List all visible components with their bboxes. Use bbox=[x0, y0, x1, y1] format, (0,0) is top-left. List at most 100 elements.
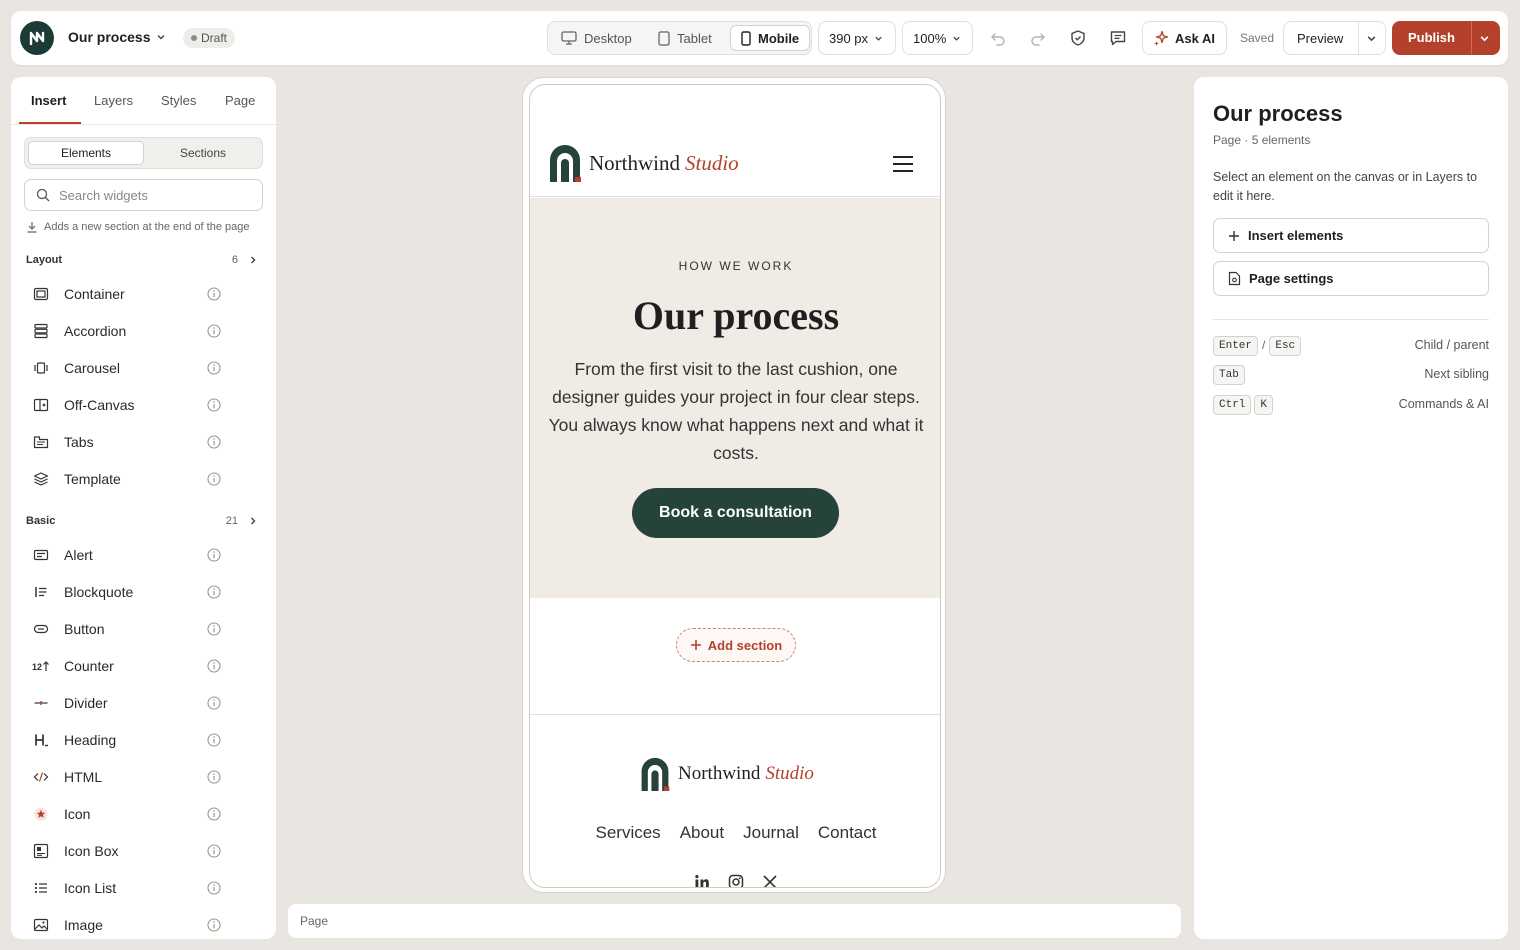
search-input[interactable] bbox=[59, 185, 254, 205]
info-icon[interactable] bbox=[207, 733, 221, 747]
info-icon[interactable] bbox=[207, 807, 221, 821]
chevron-down-icon[interactable] bbox=[1479, 33, 1490, 44]
widget-search bbox=[24, 179, 263, 211]
preview-button[interactable]: Preview bbox=[1297, 31, 1343, 46]
site-brand[interactable]: Northwind Studio bbox=[549, 144, 739, 182]
widget-carousel[interactable]: Carousel bbox=[26, 353, 221, 383]
info-icon[interactable] bbox=[207, 918, 221, 932]
device-switcher: Desktop Tablet Mobile bbox=[547, 21, 812, 55]
instagram-icon[interactable] bbox=[728, 874, 744, 887]
widget-counter[interactable]: 12 Counter bbox=[26, 651, 221, 681]
add-section-label: Add section bbox=[707, 637, 783, 653]
widget-blockquote[interactable]: Blockquote bbox=[26, 577, 221, 607]
device-preview-frame: Northwind Studio HOW WE WORK Our process… bbox=[522, 77, 946, 893]
publish-button[interactable]: Publish bbox=[1392, 21, 1500, 55]
shield-check-icon[interactable] bbox=[1066, 26, 1090, 50]
info-icon[interactable] bbox=[207, 361, 221, 375]
device-desktop-button[interactable]: Desktop bbox=[551, 25, 642, 51]
segment-elements[interactable]: Elements bbox=[28, 141, 144, 165]
app-logo[interactable] bbox=[20, 21, 54, 55]
widget-button[interactable]: Button bbox=[26, 614, 221, 644]
brand-name: Northwind bbox=[678, 763, 761, 784]
info-icon[interactable] bbox=[207, 472, 221, 486]
search-icon bbox=[36, 188, 50, 202]
arch-logo-icon bbox=[549, 144, 581, 182]
widget-off-canvas[interactable]: Off-Canvas bbox=[26, 390, 221, 420]
category-header-basic[interactable]: Basic 21 bbox=[26, 515, 258, 527]
kbd-key: Tab bbox=[1213, 365, 1245, 385]
menu-icon[interactable] bbox=[892, 155, 914, 173]
category-header-layout[interactable]: Layout 6 bbox=[26, 254, 258, 266]
info-icon[interactable] bbox=[207, 696, 221, 710]
document-title[interactable]: Our process bbox=[68, 29, 150, 45]
download-arrow-icon bbox=[26, 221, 38, 233]
category-count: 6 bbox=[231, 254, 238, 266]
page-settings-button[interactable]: Page settings bbox=[1213, 261, 1489, 296]
footer-link-journal[interactable]: Journal bbox=[743, 823, 799, 843]
widget-icon-list[interactable]: Icon List bbox=[26, 873, 221, 903]
footer-brand[interactable]: Northwind Studio bbox=[640, 757, 814, 791]
widget-image[interactable]: Image bbox=[26, 910, 221, 939]
consultation-button[interactable]: Book a consultation bbox=[632, 488, 839, 538]
widget-icon[interactable]: Icon bbox=[26, 799, 221, 829]
add-section-button[interactable]: Add section bbox=[676, 628, 796, 662]
widget-divider[interactable]: Divider bbox=[26, 688, 221, 718]
info-icon[interactable] bbox=[207, 770, 221, 784]
widget-label: Blockquote bbox=[64, 584, 134, 600]
ask-ai-button[interactable]: Ask AI bbox=[1142, 21, 1227, 55]
publish-label: Publish bbox=[1408, 30, 1455, 45]
widget-container[interactable]: Container bbox=[26, 279, 221, 309]
tab-page[interactable]: Page bbox=[225, 93, 255, 108]
footer-link-contact[interactable]: Contact bbox=[818, 823, 877, 843]
footer-link-about[interactable]: About bbox=[680, 823, 724, 843]
chevron-down-icon[interactable] bbox=[156, 32, 166, 42]
inspector-meta: Page · 5 elements bbox=[1213, 133, 1311, 147]
divider-icon bbox=[30, 692, 52, 714]
zoom-select[interactable]: 100% bbox=[902, 21, 973, 55]
x-twitter-icon[interactable] bbox=[762, 874, 778, 887]
info-icon[interactable] bbox=[207, 585, 221, 599]
info-icon[interactable] bbox=[207, 548, 221, 562]
off-canvas-icon bbox=[30, 394, 52, 416]
device-tablet-button[interactable]: Tablet bbox=[648, 25, 722, 51]
site-header[interactable]: Northwind Studio bbox=[530, 85, 940, 197]
button-icon bbox=[30, 618, 52, 640]
svg-text:12: 12 bbox=[32, 662, 42, 672]
widget-html[interactable]: HTML bbox=[26, 762, 221, 792]
widget-accordion[interactable]: Accordion bbox=[26, 316, 221, 346]
breadcrumb-page[interactable]: Page bbox=[300, 914, 328, 928]
info-icon[interactable] bbox=[207, 324, 221, 338]
page-canvas[interactable]: Northwind Studio HOW WE WORK Our process… bbox=[529, 84, 941, 888]
chevron-down-icon[interactable] bbox=[1366, 33, 1377, 44]
tab-insert[interactable]: Insert bbox=[31, 93, 66, 108]
info-icon[interactable] bbox=[207, 287, 221, 301]
insert-elements-button[interactable]: Insert elements bbox=[1213, 218, 1489, 253]
info-icon[interactable] bbox=[207, 659, 221, 673]
widget-template[interactable]: Template bbox=[26, 464, 221, 494]
width-select[interactable]: 390 px bbox=[818, 21, 896, 55]
hero-section[interactable]: HOW WE WORK Our process From the first v… bbox=[530, 198, 940, 598]
widget-heading[interactable]: Heading bbox=[26, 725, 221, 755]
tab-styles[interactable]: Styles bbox=[161, 93, 196, 108]
widget-label: Button bbox=[64, 621, 105, 637]
comments-icon[interactable] bbox=[1106, 26, 1130, 50]
info-icon[interactable] bbox=[207, 398, 221, 412]
widget-alert[interactable]: Alert bbox=[26, 540, 221, 570]
info-icon[interactable] bbox=[207, 622, 221, 636]
linkedin-icon[interactable] bbox=[694, 874, 710, 887]
info-icon[interactable] bbox=[207, 881, 221, 895]
category-count: 21 bbox=[225, 515, 238, 527]
footer-link-services[interactable]: Services bbox=[596, 823, 661, 843]
widget-tabs[interactable]: Tabs bbox=[26, 427, 221, 457]
device-mobile-button[interactable]: Mobile bbox=[730, 25, 810, 51]
segment-sections[interactable]: Sections bbox=[145, 141, 261, 165]
tab-layers[interactable]: Layers bbox=[94, 93, 133, 108]
footer-nav: Services About Journal Contact bbox=[530, 823, 940, 843]
info-icon[interactable] bbox=[207, 435, 221, 449]
redo-icon[interactable] bbox=[1026, 26, 1050, 50]
info-icon[interactable] bbox=[207, 844, 221, 858]
container-icon bbox=[30, 283, 52, 305]
widget-icon-box[interactable]: Icon Box bbox=[26, 836, 221, 866]
undo-icon[interactable] bbox=[986, 26, 1010, 50]
image-icon bbox=[30, 914, 52, 936]
